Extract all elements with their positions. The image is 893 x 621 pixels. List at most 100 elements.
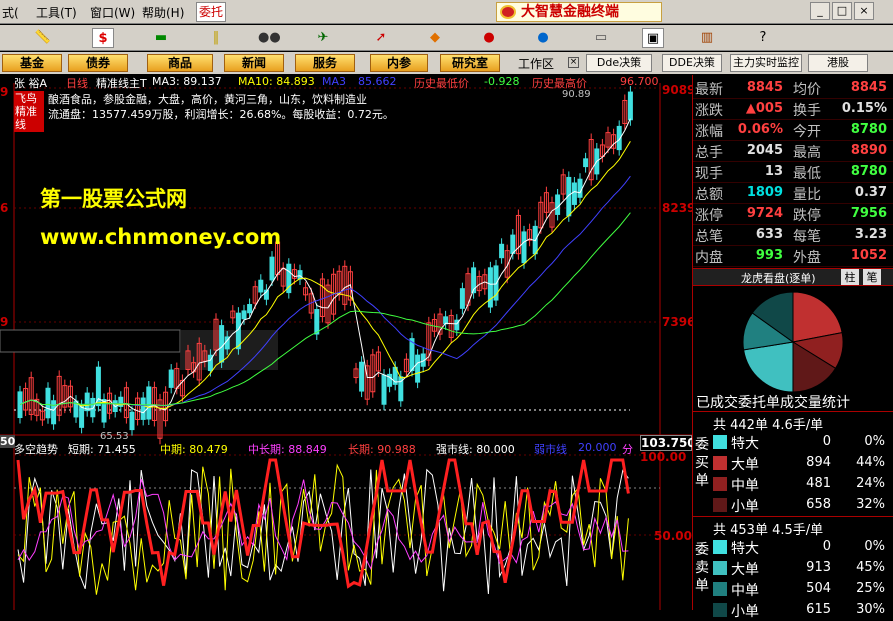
quote-label: 总笔 xyxy=(695,229,723,245)
ma3-value: MA3: 89.137 xyxy=(152,75,222,88)
sub-long: 长期: 90.988 xyxy=(348,443,416,456)
ma-value: 85.662 xyxy=(358,75,397,88)
menu-window[interactable]: 窗口(W) xyxy=(90,4,135,21)
order-volume: 0 xyxy=(822,434,831,449)
brand-title: 大智慧金融终端 xyxy=(496,2,662,22)
buy-side-label: 委买单 xyxy=(695,437,709,489)
order-row: 中单 481 24% xyxy=(711,474,893,494)
quote-value: 1809 xyxy=(746,185,783,200)
indicator-name: 精准线主T xyxy=(96,77,147,90)
watermark-url: www.chnmoney.com xyxy=(40,225,282,249)
bars-icon[interactable]: ‖ xyxy=(205,28,227,48)
order-volume: 658 xyxy=(806,497,831,512)
order-row: 大单 913 45% xyxy=(711,558,893,578)
order-percent: 45% xyxy=(856,560,885,575)
quote-value: 633 xyxy=(755,227,783,242)
screen-icon[interactable]: ▭ xyxy=(590,28,612,48)
buy-header: 共 442单 4.6手/单 xyxy=(713,418,824,433)
quote-label: 涨幅 xyxy=(695,124,723,140)
tab-research[interactable]: 研究室 xyxy=(440,54,500,72)
order-type: 中单 xyxy=(731,478,759,494)
quote-label: 涨停 xyxy=(695,208,723,224)
pie-slice xyxy=(743,341,794,393)
tab-news[interactable]: 新闻 xyxy=(224,54,284,72)
tab-fund[interactable]: 基金 xyxy=(2,54,62,72)
dde-decision-2[interactable]: DDE决策 xyxy=(662,54,722,72)
maximize-button[interactable]: □ xyxy=(832,2,852,20)
flag-icon[interactable]: ▬ xyxy=(150,28,172,48)
help-icon[interactable]: ? xyxy=(752,28,774,48)
main-monitor[interactable]: 主力实时监控 xyxy=(730,54,802,72)
stock-info-1: 酿酒食品，参股金融，大盘，高价，黄河三角，山东，饮料制造业 xyxy=(48,93,367,106)
window-controls: _ □ × xyxy=(810,2,876,20)
order-swatch-icon xyxy=(713,561,727,575)
order-type: 特大 xyxy=(731,436,759,452)
quote-label: 最新 xyxy=(695,82,723,98)
sub-tick-50: 50.00 xyxy=(654,529,692,543)
quote-label: 现手 xyxy=(695,166,723,182)
sub-indicator-name: 多空趋势 xyxy=(14,443,58,456)
chart-canvas[interactable] xyxy=(0,75,692,610)
quote-panel: 最新 8845 均价 8845 涨跌 ▲005 换手 0.15% 涨幅 0.06… xyxy=(692,75,893,620)
tab-bond[interactable]: 债券 xyxy=(68,54,128,72)
tab-reference[interactable]: 内参 xyxy=(370,54,428,72)
period-label[interactable]: 日线 xyxy=(66,75,88,91)
price-tick-2: 8239 xyxy=(662,201,692,215)
tab-commodity[interactable]: 商品 xyxy=(147,54,213,72)
order-percent: 0% xyxy=(864,539,885,554)
quote-value: 993 xyxy=(755,248,783,263)
menu-formula[interactable]: 式( xyxy=(2,4,19,21)
order-row: 特大 0 0% xyxy=(711,537,893,557)
sub-midlong: 中长期: 88.849 xyxy=(248,443,327,456)
price-tick-3: 7396 xyxy=(662,315,692,329)
pie-tabs: 龙虎看盘(逐单) 柱 笔 xyxy=(693,268,893,286)
moving-average-line xyxy=(19,118,631,414)
satellite-icon[interactable]: ✈ xyxy=(312,28,334,48)
menu-help[interactable]: 帮助(H) xyxy=(142,4,184,21)
order-swatch-icon xyxy=(713,498,727,512)
quote-row: 总手 2045 最高 8890 xyxy=(693,141,893,162)
hk-stocks[interactable]: 港股 xyxy=(808,54,868,72)
quote-row: 内盘 993 外盘 1052 xyxy=(693,246,893,267)
window-icon[interactable]: ▣ xyxy=(642,28,664,48)
watermark-title: 第一股票公式网 xyxy=(40,187,187,211)
tab-service[interactable]: 服务 xyxy=(295,54,355,72)
sub-tick-100: 100.00 xyxy=(640,450,687,464)
sub-short: 短期: 71.455 xyxy=(68,443,136,456)
close-button[interactable]: × xyxy=(854,2,874,20)
order-volume: 0 xyxy=(822,539,831,554)
hist-low-value: -0.928 xyxy=(484,75,520,88)
left-axis-9a: 9 xyxy=(0,85,9,99)
peak-price-marker: 90.89 xyxy=(562,89,591,100)
tab-bar[interactable]: 柱 xyxy=(841,269,859,285)
quote-value: 8845 xyxy=(850,80,887,95)
order-swatch-icon xyxy=(713,540,727,554)
sub-weak-value: 20.000 xyxy=(578,441,617,454)
dollar-icon[interactable]: $ xyxy=(92,28,114,48)
minimize-button[interactable]: _ xyxy=(810,2,830,20)
workspace-label[interactable]: 工作区 xyxy=(518,55,554,72)
diamond-icon[interactable]: ◆ xyxy=(424,28,446,48)
binocular-icon[interactable]: ●● xyxy=(258,28,281,48)
dde-decision-1[interactable]: Dde决策 xyxy=(586,54,652,72)
menu-entrust[interactable]: 委托 xyxy=(196,2,226,22)
order-volume: 894 xyxy=(806,455,831,470)
workspace-close-icon[interactable]: × xyxy=(568,57,579,68)
order-type: 中单 xyxy=(731,583,759,599)
dollar2-icon[interactable]: ● xyxy=(532,28,554,48)
order-type: 小单 xyxy=(731,604,759,620)
ruler-icon[interactable]: 📏 xyxy=(32,28,54,48)
quote-label: 换手 xyxy=(793,103,821,119)
tab-tick[interactable]: 笔 xyxy=(863,269,881,285)
circle-icon[interactable]: ● xyxy=(478,28,500,48)
order-percent: 0% xyxy=(864,434,885,449)
arrow-icon[interactable]: ➚ xyxy=(370,28,392,48)
kline-chart[interactable]: 张 裕A 日线 精准线主T MA3: 89.137 MA10: 84.893 M… xyxy=(0,75,692,610)
quote-row: 涨幅 0.06% 今开 8780 xyxy=(693,120,893,141)
books-icon[interactable]: ▥ xyxy=(696,28,718,48)
price-tick-1: 9089 xyxy=(662,83,692,97)
toolbar: 📏 $ ▬ ‖ ●● ✈ ➚ ◆ ● ● ▭ ▣ ▥ ? xyxy=(0,25,893,51)
tab-dragon-tiger[interactable]: 龙虎看盘(逐单) xyxy=(741,270,816,286)
menu-tools[interactable]: 工具(T) xyxy=(36,4,77,21)
quote-row: 现手 13 最低 8780 xyxy=(693,162,893,183)
